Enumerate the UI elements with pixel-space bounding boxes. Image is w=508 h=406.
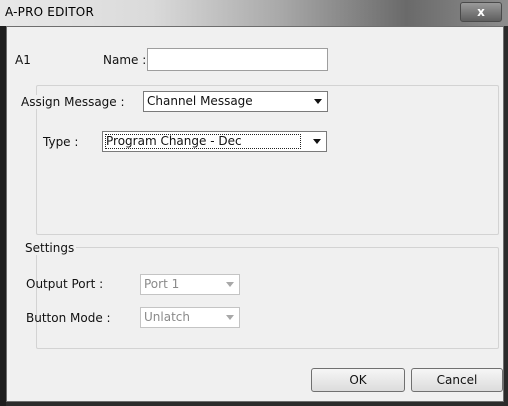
type-label: Type : <box>43 135 79 149</box>
assign-message-value: Channel Message <box>147 94 253 108</box>
settings-group <box>36 247 499 349</box>
cancel-button[interactable]: Cancel <box>411 368 503 392</box>
output-port-select[interactable]: Port 1 <box>140 274 240 295</box>
assign-message-select[interactable]: Channel Message <box>143 91 328 112</box>
title-bar[interactable]: A-PRO EDITOR x <box>0 0 508 26</box>
type-value: Program Change - Dec <box>106 134 242 148</box>
settings-title: Settings <box>25 241 77 255</box>
chevron-down-icon <box>221 308 239 327</box>
button-mode-select[interactable]: Unlatch <box>140 307 240 328</box>
button-mode-value: Unlatch <box>144 310 190 324</box>
window-title: A-PRO EDITOR <box>5 5 94 19</box>
chevron-down-icon <box>221 275 239 294</box>
button-mode-label: Button Mode : <box>26 311 111 325</box>
close-icon: x <box>477 5 485 19</box>
assignment-id-label: A1 <box>15 53 31 67</box>
output-port-label: Output Port : <box>26 277 104 291</box>
ok-button[interactable]: OK <box>311 368 405 392</box>
assign-message-label: Assign Message : <box>21 95 126 109</box>
close-button[interactable]: x <box>460 2 502 22</box>
editor-window: A-PRO EDITOR x A1 Name : Assign Message … <box>0 0 508 406</box>
type-select[interactable]: Program Change - Dec <box>102 131 327 152</box>
name-label: Name : <box>103 53 147 67</box>
output-port-value: Port 1 <box>144 277 180 291</box>
chevron-down-icon <box>309 92 327 111</box>
dialog-body: A1 Name : Assign Message : Channel Messa… <box>6 26 504 402</box>
chevron-down-icon <box>308 132 326 151</box>
name-input[interactable] <box>147 48 328 71</box>
